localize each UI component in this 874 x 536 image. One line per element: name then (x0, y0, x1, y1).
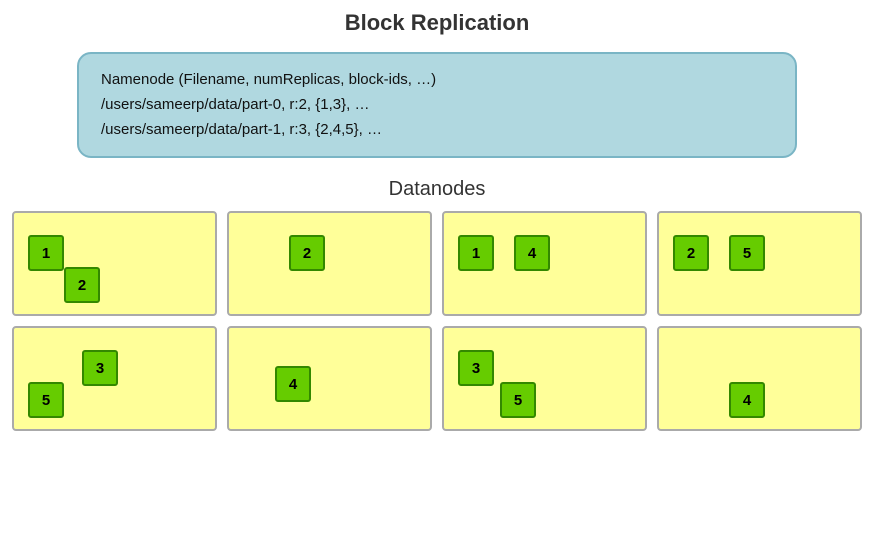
namenode-line-3: /users/sameerp/data/part-1, r:3, {2,4,5}… (101, 121, 382, 138)
block-1-cell-0: 1 (28, 235, 64, 271)
block-2-cell-0: 2 (64, 267, 100, 303)
block-3-cell-4: 3 (82, 350, 118, 386)
datanode-cell-0: 12 (12, 211, 217, 316)
datanode-cell-2: 14 (442, 211, 647, 316)
block-5-cell-6: 5 (500, 382, 536, 418)
block-4-cell-2: 4 (514, 235, 550, 271)
page-title: Block Replication (0, 0, 874, 44)
datanode-cell-1: 2 (227, 211, 432, 316)
datanodes-label: Datanodes (0, 178, 874, 201)
block-2-cell-1: 2 (289, 235, 325, 271)
block-1-cell-2: 1 (458, 235, 494, 271)
block-5-cell-3: 5 (729, 235, 765, 271)
datanode-cell-3: 25 (657, 211, 862, 316)
datanode-cell-5: 4 (227, 326, 432, 431)
datanode-cell-7: 4 (657, 326, 862, 431)
block-4-cell-7: 4 (729, 382, 765, 418)
block-2-cell-3: 2 (673, 235, 709, 271)
namenode-line-1: Namenode (Filename, numReplicas, block-i… (101, 71, 436, 88)
block-4-cell-5: 4 (275, 366, 311, 402)
datanode-cell-4: 53 (12, 326, 217, 431)
namenode-line-2: /users/sameerp/data/part-0, r:2, {1,3}, … (101, 96, 369, 113)
datanode-grid: 1221425534354 (12, 211, 862, 431)
namenode-box: Namenode (Filename, numReplicas, block-i… (77, 52, 797, 158)
block-5-cell-4: 5 (28, 382, 64, 418)
datanode-cell-6: 35 (442, 326, 647, 431)
block-3-cell-6: 3 (458, 350, 494, 386)
